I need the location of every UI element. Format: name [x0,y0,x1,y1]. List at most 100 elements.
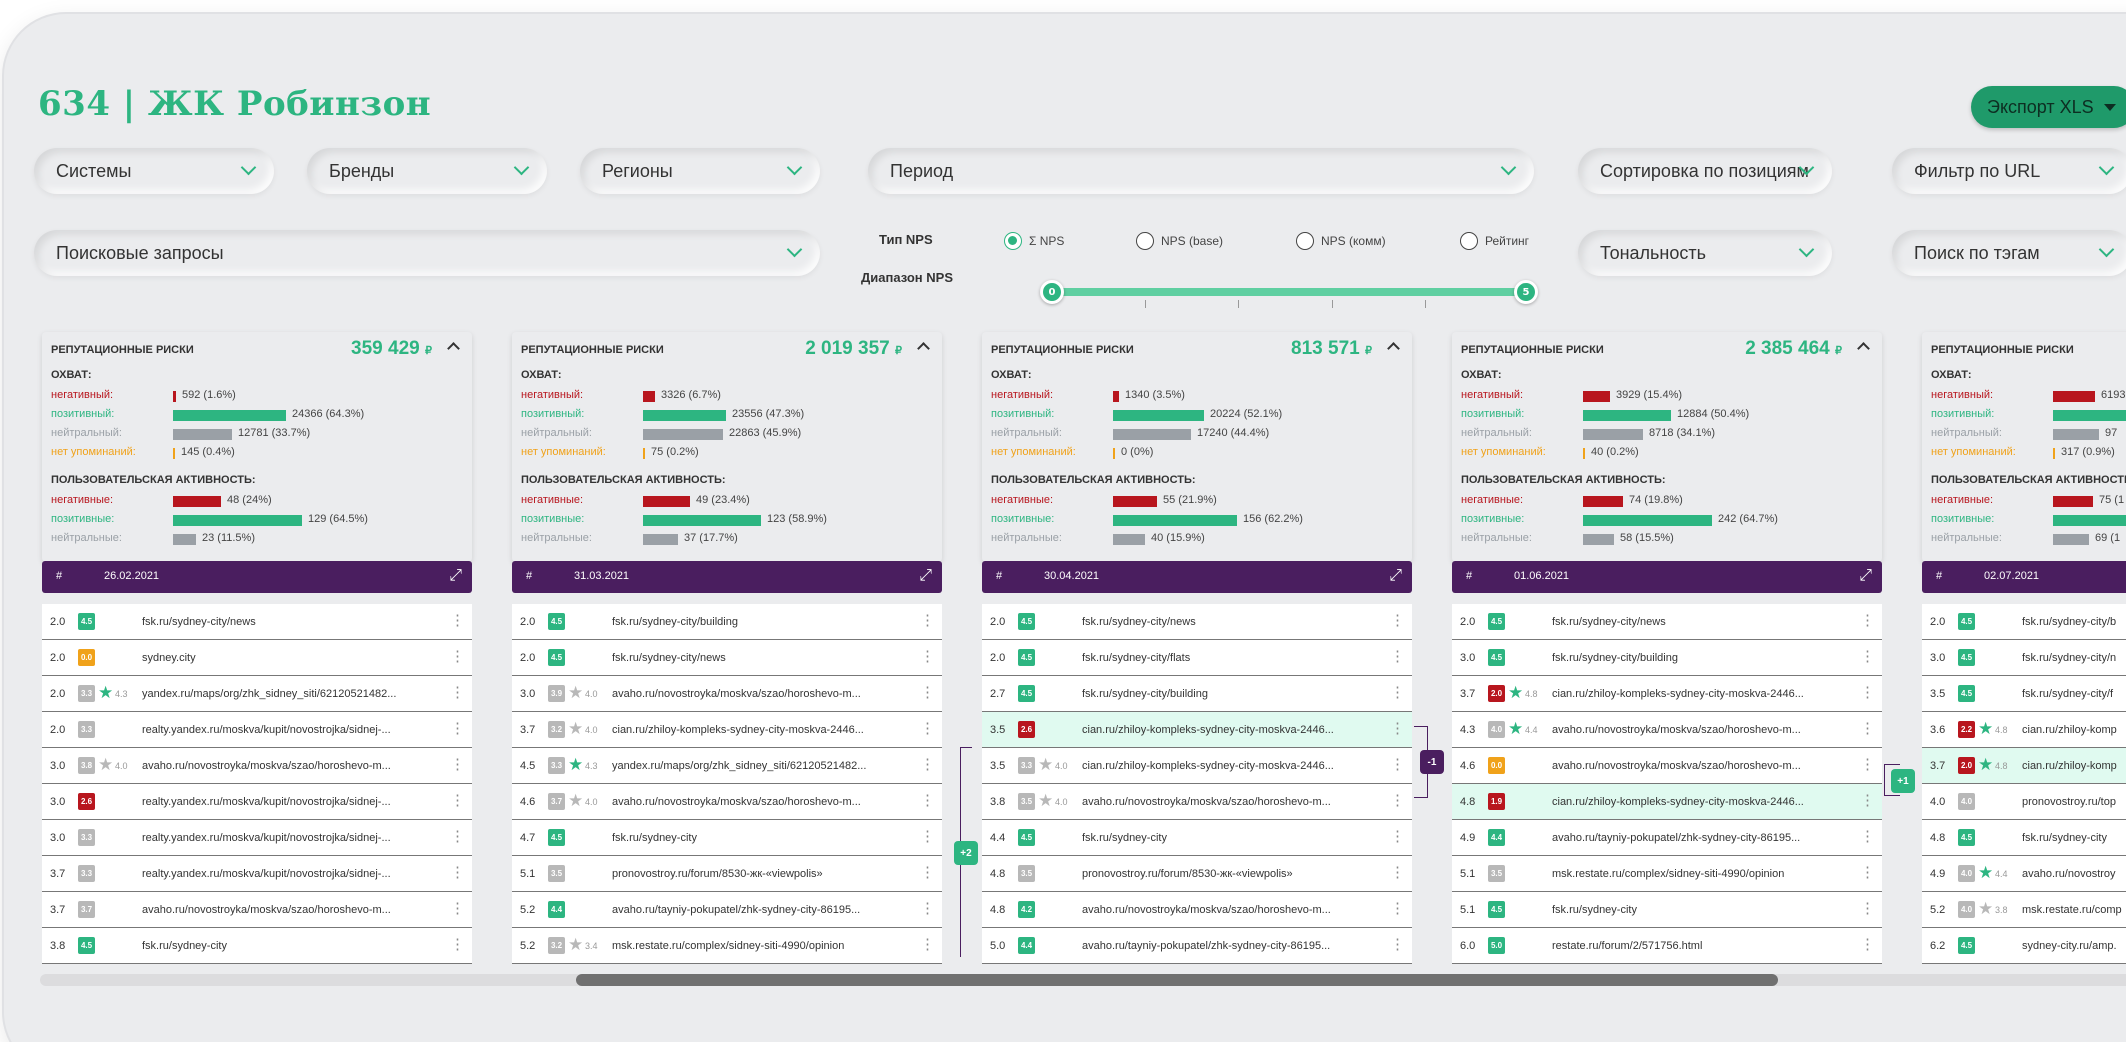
result-url[interactable]: sydney.city [142,652,442,664]
result-row[interactable]: 5.1 3.5 msk.restate.ru/complex/sidney-siti… [1452,856,1882,892]
result-row[interactable]: 3.7 2.0 ★ 4.8 cian.ru/zhiloy-kompleks-sydney… [1452,676,1882,712]
result-url[interactable]: pronovostroy.ru/top [2022,796,2126,808]
result-url[interactable]: avaho.ru/novostroyka/moskva/szao/horoshe… [142,904,442,916]
result-url[interactable]: cian.ru/zhiloy-kompleks-sydney-city-mosk… [612,724,912,736]
result-url[interactable]: avaho.ru/novostroyka/moskva/szao/horoshe… [612,688,912,700]
result-url[interactable]: msk.restate.ru/complex/sidney-siti-4990/… [1552,868,1852,880]
result-url[interactable]: avaho.ru/novostroyka/moskva/szao/horoshe… [1552,760,1852,772]
result-url[interactable]: fsk.ru/sydney-city/b [2022,616,2126,628]
sort-dropdown[interactable]: Сортировка по позициям [1578,148,1832,194]
more-options-icon[interactable]: ⋮ [450,757,465,772]
result-url[interactable]: pronovostroy.ru/forum/8530-жк-«viewpolis… [612,868,912,880]
result-row[interactable]: 3.8 4.5 fsk.ru/sydney-city ⋮ [42,928,472,964]
result-url[interactable]: realty.yandex.ru/moskva/kupit/novostrojk… [142,724,442,736]
collapse-chevron-icon[interactable] [917,342,930,355]
result-row[interactable]: 3.0 2.6 realty.yandex.ru/moskva/kupit/novo… [42,784,472,820]
result-row[interactable]: 6.0 5.0 restate.ru/forum/2/571756.html ⋮ [1452,928,1882,964]
more-options-icon[interactable]: ⋮ [1860,937,1875,952]
nps-range-slider[interactable] [1052,288,1526,296]
result-url[interactable]: fsk.ru/sydney-city/news [612,652,912,664]
result-row[interactable]: 2.04.5fsk.ru/sydney-city/b⋮ [1922,604,2126,640]
collapse-chevron-icon[interactable] [447,342,460,355]
slider-min-handle[interactable]: 0 [1040,280,1064,304]
result-url[interactable]: avaho.ru/novostroyka/moskva/szao/horoshe… [1082,796,1382,808]
result-url[interactable]: fsk.ru/sydney-city/building [1552,652,1852,664]
result-url[interactable]: fsk.ru/sydney-city/news [1552,616,1852,628]
result-row[interactable]: 3.62.2★4.8cian.ru/zhiloy-komp⋮ [1922,712,2126,748]
more-options-icon[interactable]: ⋮ [1390,829,1405,844]
result-row[interactable]: 2.0 3.3 ★ 4.3 yandex.ru/maps/org/zhk_sidney_… [42,676,472,712]
result-row[interactable]: 2.0 0.0 sydney.city ⋮ [42,640,472,676]
result-url[interactable]: fsk.ru/sydney-city/news [1082,616,1382,628]
radio-nps-comm[interactable]: NPS (комм) [1296,232,1386,250]
result-row[interactable]: 4.6 0.0 avaho.ru/novostroyka/moskva/szao/h… [1452,748,1882,784]
result-row[interactable]: 2.0 4.5 fsk.ru/sydney-city/building ⋮ [512,604,942,640]
result-url[interactable]: avaho.ru/novostroyka/moskva/szao/horoshe… [612,796,912,808]
result-row[interactable]: 3.7 3.7 avaho.ru/novostroyka/moskva/szao/h… [42,892,472,928]
result-row[interactable]: 5.1 4.5 fsk.ru/sydney-city ⋮ [1452,892,1882,928]
more-options-icon[interactable]: ⋮ [1860,721,1875,736]
result-url[interactable]: fsk.ru/sydney-city [142,940,442,952]
scrollbar-thumb[interactable] [576,974,1778,986]
result-url[interactable]: restate.ru/forum/2/571756.html [1552,940,1852,952]
more-options-icon[interactable]: ⋮ [450,613,465,628]
more-options-icon[interactable]: ⋮ [920,685,935,700]
result-row[interactable]: 3.8 3.5 ★ 4.0 avaho.ru/novostroyka/moskva/sz… [982,784,1412,820]
more-options-icon[interactable]: ⋮ [450,937,465,952]
result-row[interactable]: 4.8 3.5 pronovostroy.ru/forum/8530-жк-«vie… [982,856,1412,892]
result-url[interactable]: cian.ru/zhiloy-kompleks-sydney-city-mosk… [1552,796,1852,808]
result-row[interactable]: 3.5 2.6 cian.ru/zhiloy-kompleks-sydney-cit… [982,712,1412,748]
result-row[interactable]: 5.24.0★3.8msk.restate.ru/comp⋮ [1922,892,2126,928]
result-url[interactable]: fsk.ru/sydney-city [1552,904,1852,916]
result-row[interactable]: 2.0 3.3 realty.yandex.ru/moskva/kupit/novo… [42,712,472,748]
result-row[interactable]: 5.2 3.2 ★ 3.4 msk.restate.ru/complex/sidney-… [512,928,942,964]
result-url[interactable]: fsk.ru/sydney-city [2022,832,2126,844]
result-url[interactable]: fsk.ru/sydney-city [1082,832,1382,844]
result-url[interactable]: yandex.ru/maps/org/zhk_sidney_siti/62120… [612,760,912,772]
result-url[interactable]: fsk.ru/sydney-city/building [1082,688,1382,700]
result-url[interactable]: cian.ru/zhiloy-komp [2022,724,2126,736]
result-row[interactable]: 3.72.0★4.8cian.ru/zhiloy-komp⋮ [1922,748,2126,784]
more-options-icon[interactable]: ⋮ [450,721,465,736]
more-options-icon[interactable]: ⋮ [450,865,465,880]
result-row[interactable]: 3.7 3.2 ★ 4.0 cian.ru/zhiloy-kompleks-sydney… [512,712,942,748]
result-row[interactable]: 3.0 3.9 ★ 4.0 avaho.ru/novostroyka/moskva/sz… [512,676,942,712]
radio-rating[interactable]: Рейтинг [1460,232,1529,250]
more-options-icon[interactable]: ⋮ [1860,649,1875,664]
slider-max-handle[interactable]: 5 [1514,280,1538,304]
more-options-icon[interactable]: ⋮ [920,829,935,844]
result-url[interactable]: msk.restate.ru/complex/sidney-siti-4990/… [612,940,912,952]
more-options-icon[interactable]: ⋮ [1860,757,1875,772]
result-row[interactable]: 3.7 3.3 realty.yandex.ru/moskva/kupit/novo… [42,856,472,892]
more-options-icon[interactable]: ⋮ [1860,613,1875,628]
more-options-icon[interactable]: ⋮ [1390,613,1405,628]
result-row[interactable]: 2.0 4.5 fsk.ru/sydney-city/news ⋮ [982,604,1412,640]
result-row[interactable]: 6.24.5sydney-city.ru/amp.⋮ [1922,928,2126,964]
result-row[interactable]: 4.8 1.9 cian.ru/zhiloy-kompleks-sydney-cit… [1452,784,1882,820]
more-options-icon[interactable]: ⋮ [1860,685,1875,700]
result-url[interactable]: sydney-city.ru/amp. [2022,940,2126,952]
result-url[interactable]: pronovostroy.ru/forum/8530-жк-«viewpolis… [1082,868,1382,880]
export-xls-button[interactable]: Экспорт XLS [1971,86,2126,128]
result-url[interactable]: fsk.ru/sydney-city/news [142,616,442,628]
more-options-icon[interactable]: ⋮ [1390,793,1405,808]
result-row[interactable]: 3.0 3.3 realty.yandex.ru/moskva/kupit/novo… [42,820,472,856]
tag-search-dropdown[interactable]: Поиск по тэгам [1892,230,2126,276]
regions-dropdown[interactable]: Регионы [580,148,820,194]
brands-dropdown[interactable]: Бренды [307,148,547,194]
result-url[interactable]: fsk.ru/sydney-city/building [612,616,912,628]
result-url[interactable]: realty.yandex.ru/moskva/kupit/novostrojk… [142,868,442,880]
result-url[interactable]: avaho.ru/tayniy-pokupatel/zhk-sydney-cit… [1552,832,1852,844]
result-row[interactable]: 5.1 3.5 pronovostroy.ru/forum/8530-жк-«vie… [512,856,942,892]
result-url[interactable]: avaho.ru/novostroy [2022,868,2126,880]
more-options-icon[interactable]: ⋮ [920,721,935,736]
result-row[interactable]: 2.0 4.5 fsk.ru/sydney-city/news ⋮ [1452,604,1882,640]
more-options-icon[interactable]: ⋮ [920,757,935,772]
more-options-icon[interactable]: ⋮ [920,865,935,880]
more-options-icon[interactable]: ⋮ [450,829,465,844]
result-row[interactable]: 3.0 4.5 fsk.ru/sydney-city/building ⋮ [1452,640,1882,676]
result-row[interactable]: 2.0 4.5 fsk.ru/sydney-city/news ⋮ [42,604,472,640]
more-options-icon[interactable]: ⋮ [1390,901,1405,916]
more-options-icon[interactable]: ⋮ [1390,721,1405,736]
expand-icon[interactable]: ⤢ [1389,568,1402,584]
